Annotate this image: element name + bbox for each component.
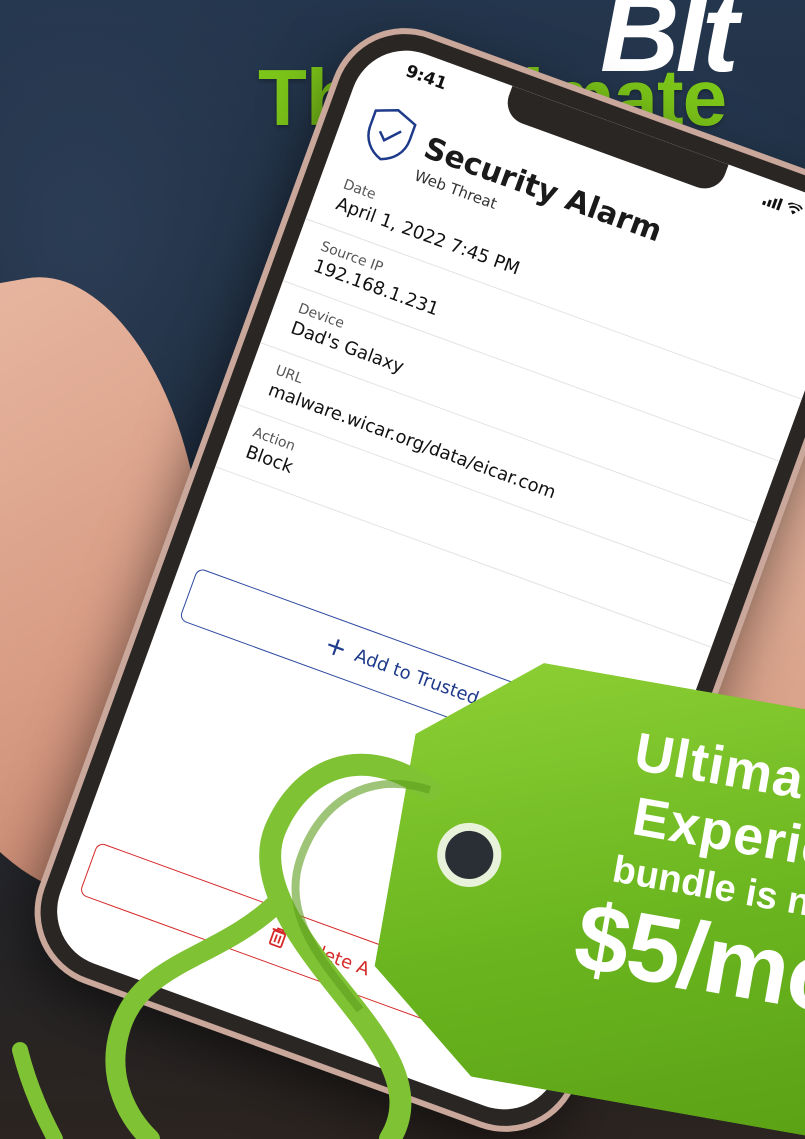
price-tag: Ultimate Experie bundle is no $5/mo	[359, 643, 805, 1139]
status-time: 9:41	[402, 61, 450, 95]
wifi-icon	[787, 202, 803, 215]
plus-icon: +	[320, 629, 352, 666]
trash-icon	[269, 927, 289, 949]
delete-alarm-label: Delete A	[292, 933, 373, 980]
status-icons	[761, 193, 805, 228]
shield-check-icon	[367, 109, 417, 161]
signal-icon	[761, 193, 784, 211]
